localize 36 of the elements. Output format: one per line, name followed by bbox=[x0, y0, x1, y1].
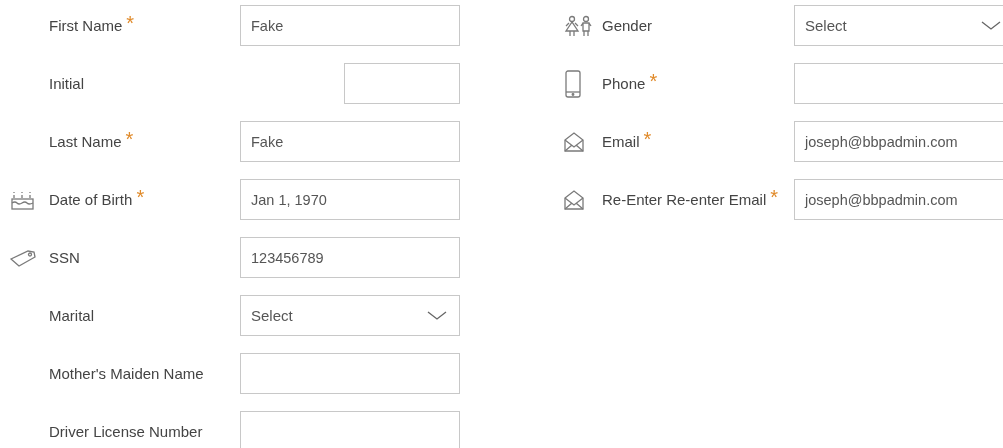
select-field[interactable]: Select bbox=[794, 5, 1003, 46]
chevron-down-icon bbox=[427, 310, 447, 321]
input-field[interactable] bbox=[344, 63, 460, 104]
input-field[interactable]: joseph@bbpadmin.com bbox=[794, 179, 1003, 220]
field-label: Re-Enter Re-enter Email bbox=[602, 191, 767, 208]
field-label: Mother's Maiden Name bbox=[49, 365, 204, 382]
field-label: Last Name bbox=[49, 133, 122, 150]
field-label: SSN bbox=[49, 249, 80, 266]
envelope-icon bbox=[563, 188, 585, 211]
field-label: Initial bbox=[49, 75, 85, 92]
input-field[interactable] bbox=[240, 411, 460, 448]
required-mark: * bbox=[770, 186, 779, 207]
envelope-icon bbox=[563, 130, 585, 153]
field-label: Email bbox=[602, 133, 640, 150]
required-mark: * bbox=[643, 128, 652, 149]
required-mark: * bbox=[125, 128, 134, 149]
tag-icon bbox=[10, 247, 37, 268]
field-label: First Name bbox=[49, 17, 123, 34]
field-label: Driver License Number bbox=[49, 423, 203, 440]
field-label: Date of Birth bbox=[49, 191, 133, 208]
required-mark: * bbox=[136, 186, 145, 207]
chevron-down-icon bbox=[981, 20, 1001, 31]
input-field[interactable]: 123456789 bbox=[240, 237, 460, 278]
input-field[interactable]: Jan 1, 1970 bbox=[240, 179, 460, 220]
input-field[interactable]: Fake bbox=[240, 5, 460, 46]
phone-icon bbox=[563, 69, 583, 98]
input-field[interactable]: joseph@bbpadmin.com bbox=[794, 121, 1003, 162]
required-mark: * bbox=[126, 12, 135, 33]
required-mark: * bbox=[649, 70, 658, 91]
input-field[interactable] bbox=[240, 353, 460, 394]
select-field[interactable]: Select bbox=[240, 295, 460, 336]
input-field[interactable]: Fake bbox=[240, 121, 460, 162]
input-field[interactable] bbox=[794, 63, 1003, 104]
field-label: Phone bbox=[602, 75, 646, 92]
field-label: Gender bbox=[602, 17, 653, 34]
field-label: Marital bbox=[49, 307, 94, 324]
